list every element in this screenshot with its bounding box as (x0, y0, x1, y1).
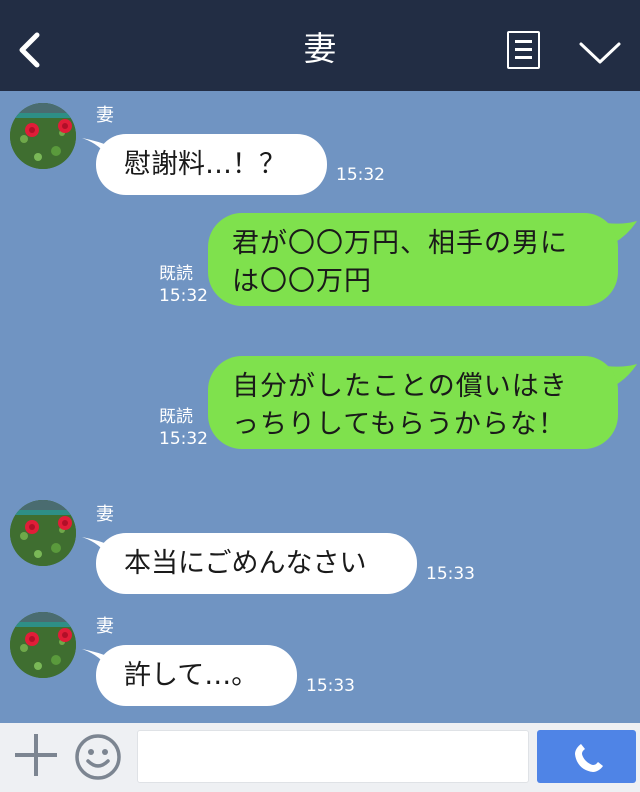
chat-title: 妻 (303, 29, 337, 68)
message-input[interactable] (137, 730, 529, 783)
sender-name: 妻 (96, 616, 114, 637)
avatar[interactable] (10, 500, 76, 566)
call-button[interactable] (537, 730, 636, 783)
read-receipt: 既読 (159, 264, 193, 284)
smile-icon[interactable] (74, 733, 122, 781)
avatar[interactable] (10, 103, 76, 169)
sender-name: 妻 (96, 105, 114, 126)
notes-menu-icon[interactable] (507, 31, 540, 69)
chat-header: 妻 (0, 0, 640, 91)
message-time: 15:32 (159, 286, 208, 306)
incoming-message-bubble[interactable]: 慰謝料…！？ (96, 134, 327, 195)
message-time: 15:32 (159, 429, 208, 449)
avatar[interactable] (10, 612, 76, 678)
sender-name: 妻 (96, 504, 114, 525)
message-time: 15:32 (336, 165, 385, 185)
message-time: 15:33 (306, 676, 355, 696)
message-list[interactable]: 妻 慰謝料…！？ 15:32 君が〇〇万円、相手の男には〇〇万円 既読 15:3… (0, 91, 640, 723)
plus-icon-vertical[interactable] (34, 734, 38, 776)
phone-icon (575, 744, 603, 772)
read-receipt: 既読 (159, 407, 193, 427)
chevron-down-icon[interactable] (578, 40, 622, 66)
incoming-message-bubble[interactable]: 本当にごめんなさい (96, 533, 417, 594)
message-time: 15:33 (426, 564, 475, 584)
outgoing-message-bubble[interactable]: 自分がしたことの償いはきっちりしてもらうからな！ (208, 356, 618, 449)
outgoing-message-bubble[interactable]: 君が〇〇万円、相手の男には〇〇万円 (208, 213, 618, 306)
incoming-message-bubble[interactable]: 許して…。 (96, 645, 297, 706)
